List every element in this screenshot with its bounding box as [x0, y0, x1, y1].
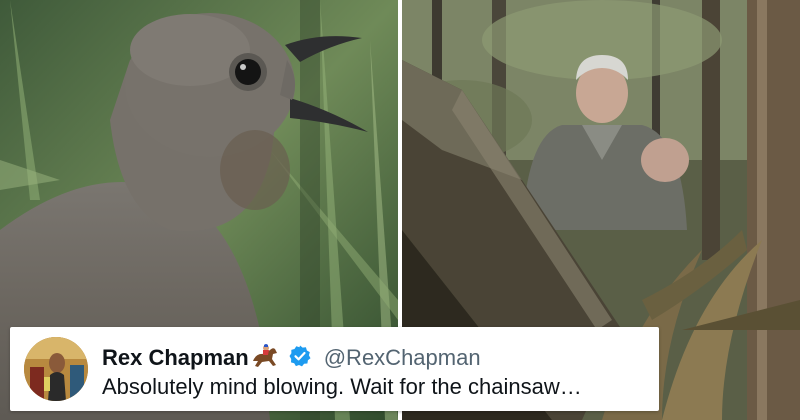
- tweet-text: Absolutely mind blowing. Wait for the ch…: [102, 374, 582, 399]
- tweet-header: Rex Chapman @RexChapman: [102, 343, 481, 374]
- horse-racing-icon: [249, 343, 280, 374]
- avatar[interactable]: [24, 337, 88, 401]
- tweet-handle[interactable]: @RexChapman: [324, 345, 481, 371]
- verified-badge-icon: [280, 344, 312, 373]
- tweet-card[interactable]: Rex Chapman @RexChapman Absolutely mind …: [10, 327, 659, 411]
- display-name[interactable]: Rex Chapman: [102, 345, 249, 371]
